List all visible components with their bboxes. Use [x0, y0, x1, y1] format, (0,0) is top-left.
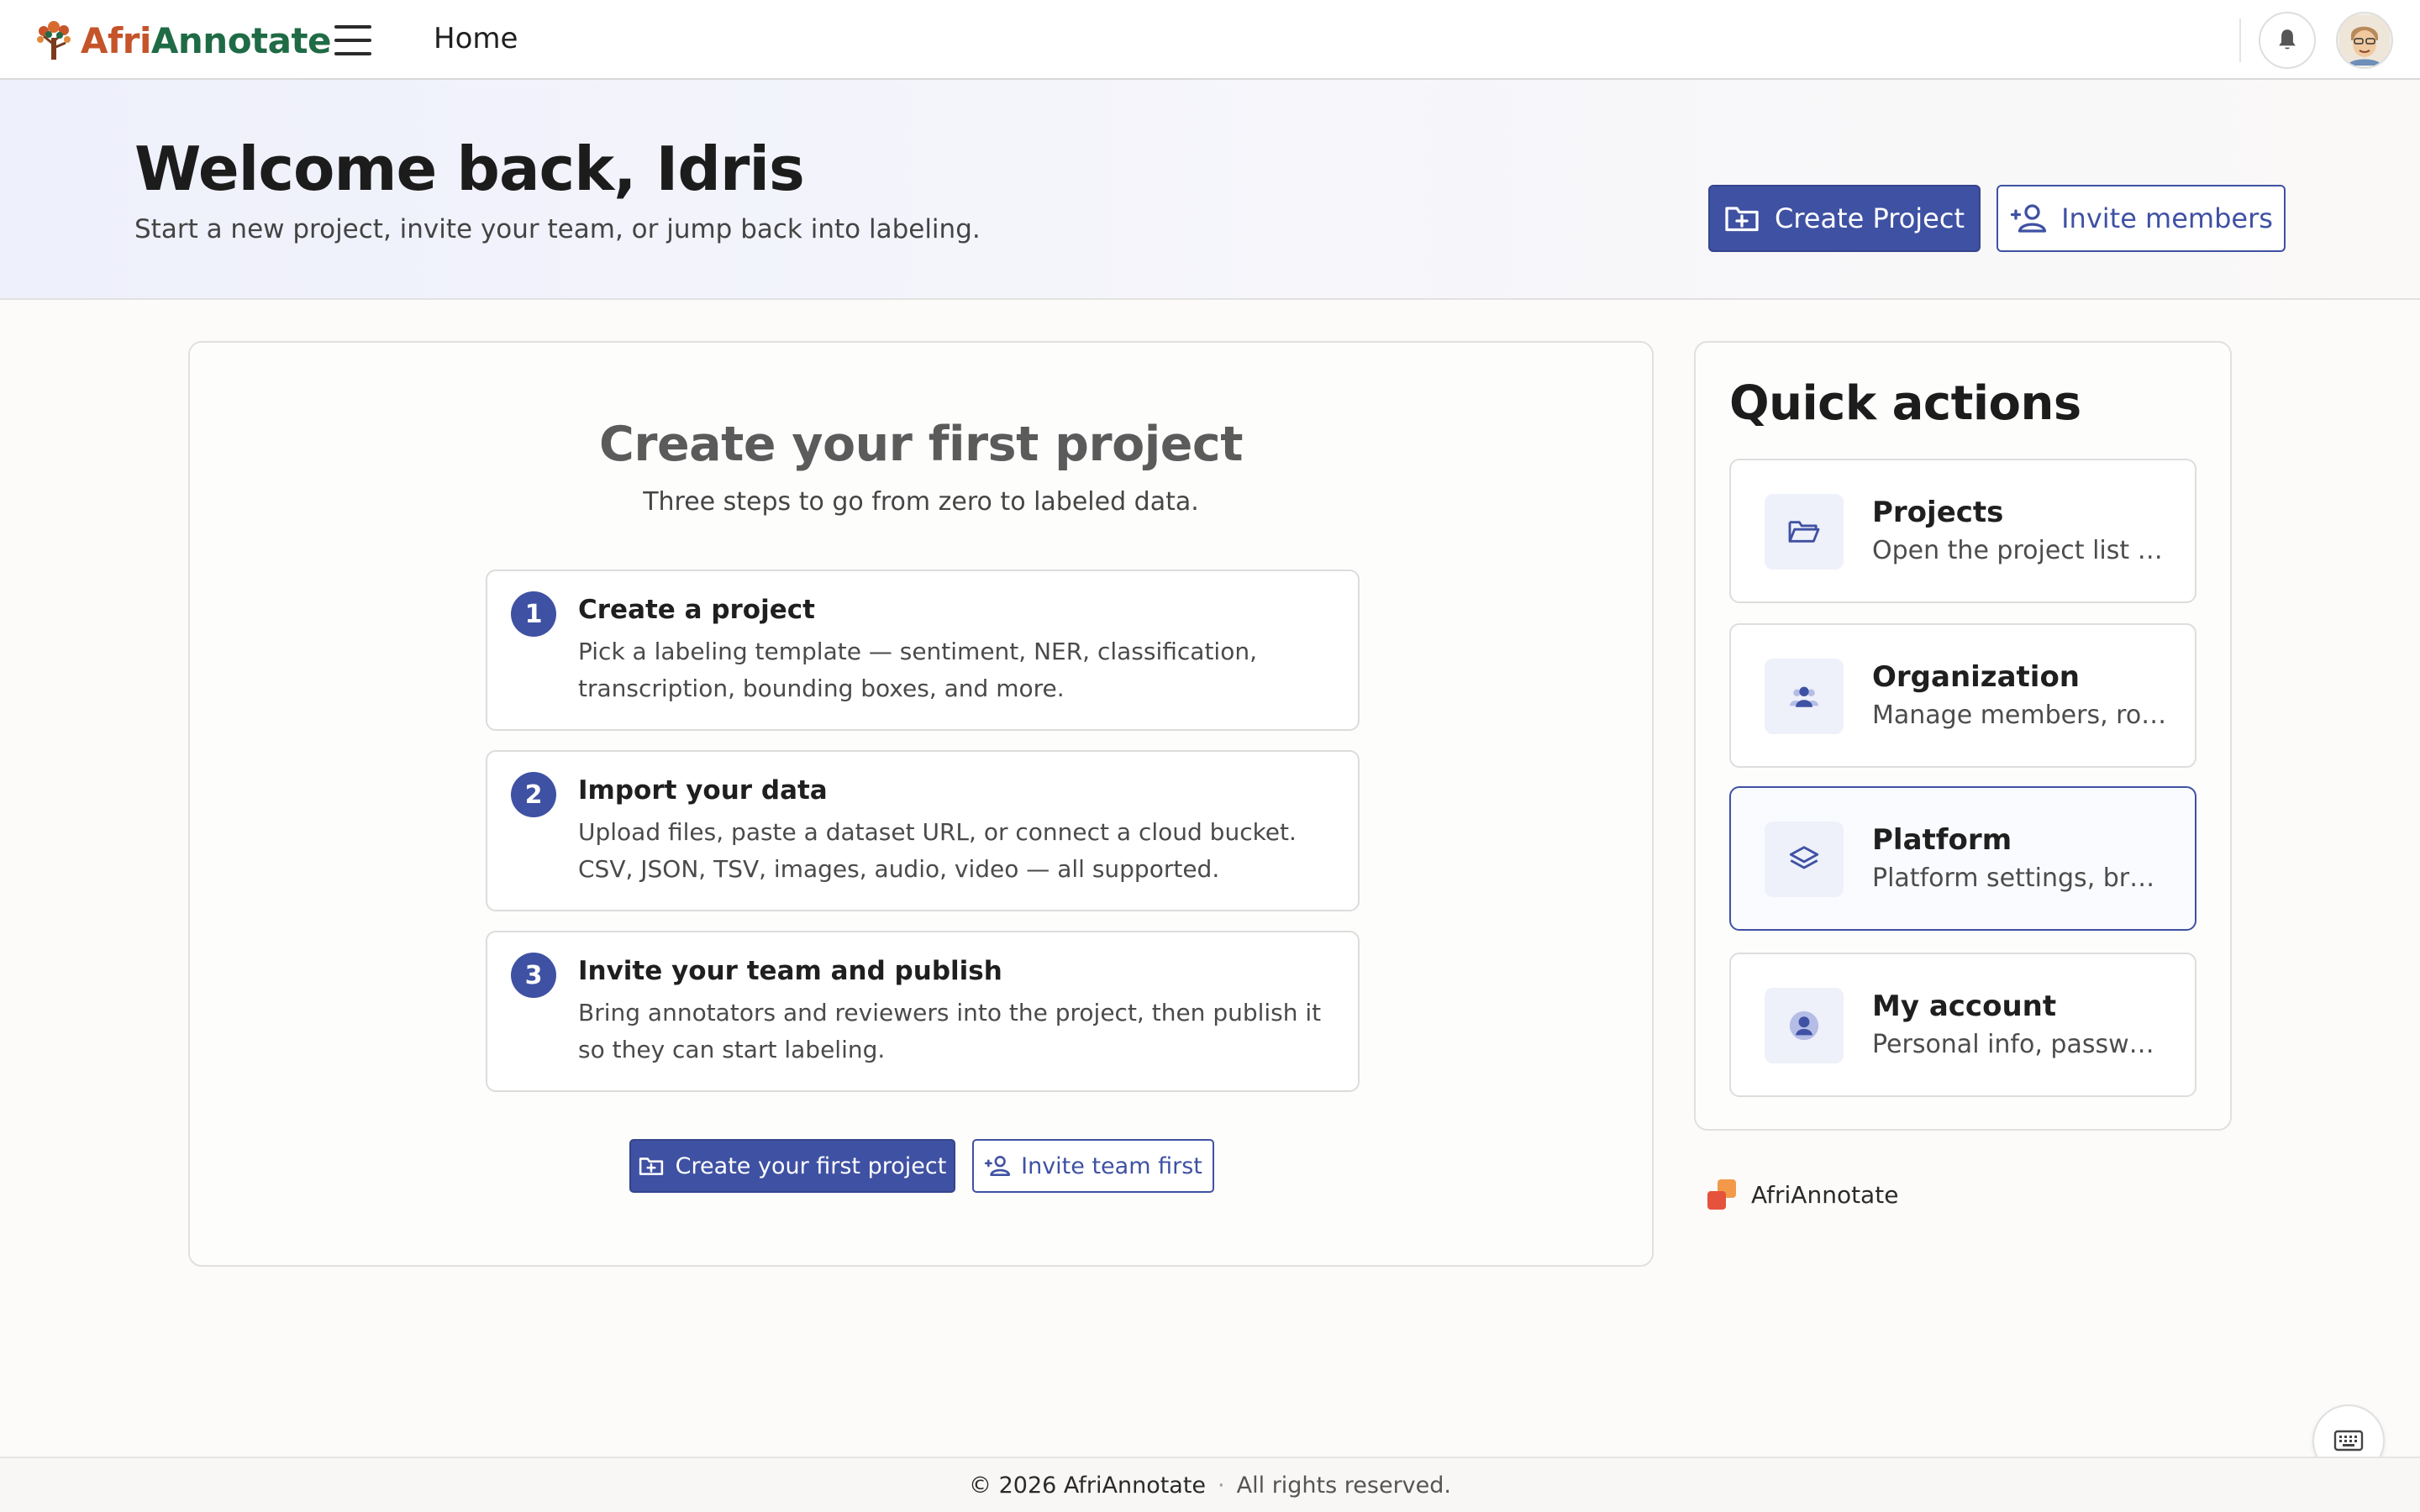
user-circle-icon [1765, 988, 1844, 1063]
top-bar: AfriAnnotate Home [0, 0, 2420, 80]
create-project-button[interactable]: Create Project [1708, 185, 1981, 252]
quick-action-description: Open the project list and... [1872, 536, 2168, 565]
quick-action-title: Organization [1872, 660, 2081, 694]
quick-action-description: Personal info, password... [1872, 1030, 2168, 1059]
step-description: Upload files, paste a dataset URL, or co… [578, 818, 1297, 883]
quick-action-title: Platform [1872, 823, 2012, 857]
brand-squares-icon [1707, 1179, 1736, 1210]
invite-team-first-label: Invite team first [1021, 1152, 1202, 1179]
create-first-project-button[interactable]: Create your first project [629, 1139, 955, 1193]
invite-members-button[interactable]: Invite members [1996, 185, 2286, 252]
powered-by-brand[interactable]: AfriAnnotate [1706, 1178, 1898, 1211]
onboarding-step-3: 3 Invite your team and publish Bring ann… [486, 931, 1360, 1092]
user-plus-icon [984, 1156, 1011, 1176]
invite-members-label: Invite members [2061, 202, 2273, 234]
footer-rights: All rights reserved. [1236, 1472, 1451, 1499]
onboarding-subtitle: Three steps to go from zero to labeled d… [643, 487, 1199, 517]
hamburger-menu-icon[interactable] [334, 25, 371, 55]
welcome-hero: Welcome back, Idris Start a new project,… [0, 80, 2420, 300]
tree-logo-icon [37, 21, 71, 60]
powered-by-label: AfriAnnotate [1751, 1180, 1899, 1209]
quick-action-organization[interactable]: Organization Manage members, roles and..… [1729, 623, 2196, 768]
onboarding-step-2: 2 Import your data Upload files, paste a… [486, 750, 1360, 911]
footer-copyright: © 2026 AfriAnnotate [969, 1472, 1207, 1499]
onboarding-step-1: 1 Create a project Pick a labeling templ… [486, 570, 1360, 731]
quick-action-title: My account [1872, 990, 2057, 1023]
brand-name-part2: Annotate [150, 19, 332, 61]
create-project-label: Create Project [1775, 202, 1965, 234]
folder-open-icon [1765, 494, 1844, 570]
app-logo[interactable]: AfriAnnotate [34, 17, 332, 64]
quick-action-title: Projects [1872, 496, 2004, 529]
quick-actions-card: Quick actions Projects Open the project … [1694, 341, 2232, 1131]
welcome-heading: Welcome back, Idris [134, 134, 805, 204]
quick-actions-title: Quick actions [1729, 376, 2081, 431]
quick-action-my-account[interactable]: My account Personal info, password... [1729, 953, 2196, 1097]
step-description: Bring annotators and reviewers into the … [578, 999, 1322, 1063]
user-avatar[interactable] [2336, 12, 2393, 69]
footer-separator: · [1218, 1472, 1225, 1499]
quick-action-description: Platform settings, branding... [1872, 864, 2168, 893]
onboarding-title: Create your first project [599, 417, 1243, 472]
create-first-project-label: Create your first project [675, 1152, 947, 1179]
onboarding-card: Create your first project Three steps to… [188, 341, 1654, 1267]
folder-plus-icon [639, 1158, 663, 1175]
footer: © 2026 AfriAnnotate · All rights reserve… [0, 1457, 2420, 1512]
page-title: Home [434, 22, 518, 55]
layers-icon [1765, 822, 1844, 897]
step-number-badge: 1 [511, 591, 556, 637]
quick-action-platform[interactable]: Platform Platform settings, branding... [1729, 786, 2196, 931]
folder-plus-icon [1725, 207, 1759, 232]
topbar-divider [2239, 18, 2241, 62]
step-title: Create a project [578, 595, 815, 625]
notifications-button[interactable] [2259, 12, 2316, 69]
step-description: Pick a labeling template — sentiment, NE… [578, 638, 1257, 702]
welcome-subtitle: Start a new project, invite your team, o… [134, 214, 981, 244]
brand-name: AfriAnnotate [81, 19, 332, 61]
bell-icon [2279, 29, 2296, 50]
step-number-badge: 2 [511, 772, 556, 817]
step-title: Invite your team and publish [578, 956, 1002, 986]
brand-name-part1: Afri [81, 19, 151, 61]
step-number-badge: 3 [511, 953, 556, 998]
step-title: Import your data [578, 775, 828, 806]
keyboard-icon [2333, 1430, 2364, 1452]
quick-action-projects[interactable]: Projects Open the project list and... [1729, 459, 2196, 603]
invite-team-first-button[interactable]: Invite team first [972, 1139, 1214, 1193]
user-plus-icon [2010, 204, 2047, 233]
quick-action-description: Manage members, roles and... [1872, 701, 2168, 730]
avatar-face-icon [2339, 15, 2390, 66]
users-icon [1765, 659, 1844, 734]
